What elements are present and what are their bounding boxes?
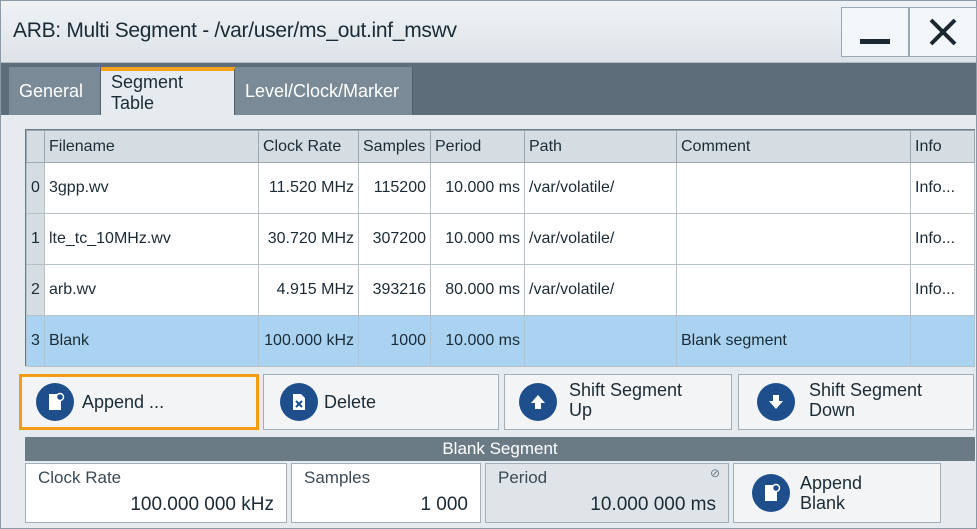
cell-info-button[interactable]: Info... xyxy=(910,264,975,316)
period-label: Period xyxy=(498,468,548,487)
cell-comment[interactable]: Blank segment xyxy=(676,315,911,367)
append-button[interactable]: Append ... xyxy=(19,374,259,430)
header-comment[interactable]: Comment xyxy=(676,130,911,163)
minimize-icon xyxy=(860,38,890,44)
append-blank-label-line1: Append xyxy=(800,473,863,493)
cell-comment[interactable] xyxy=(676,162,911,214)
close-button[interactable] xyxy=(909,7,977,57)
shift-down-label: Shift Segment Down xyxy=(809,380,922,420)
cell-path[interactable]: /var/volatile/ xyxy=(524,264,677,316)
samples-value: 1 000 xyxy=(420,494,468,515)
append-file-icon xyxy=(752,474,790,512)
period-field: Period ⊘ 10.000 000 ms xyxy=(485,463,729,523)
delete-file-icon xyxy=(280,383,318,421)
cell-clock-rate[interactable]: 11.520 MHz xyxy=(258,162,359,214)
shift-down-label-line1: Shift Segment xyxy=(809,380,923,400)
append-file-icon xyxy=(36,383,74,421)
tab-label: Segment Table xyxy=(111,72,184,113)
delete-button[interactable]: Delete xyxy=(263,374,499,430)
clock-rate-value: 100.000 000 kHz xyxy=(130,494,274,515)
cell-period[interactable]: 10.000 ms xyxy=(430,315,525,367)
cell-period[interactable]: 80.000 ms xyxy=(430,264,525,316)
tab-segment-table[interactable]: Segment Table xyxy=(101,67,235,115)
cell-info-button[interactable]: Info... xyxy=(910,213,975,265)
header-index xyxy=(26,130,45,163)
arb-multi-segment-dialog: ARB: Multi Segment - /var/user/ms_out.in… xyxy=(0,0,977,529)
append-blank-label-line2: Blank xyxy=(800,493,846,513)
header-period[interactable]: Period xyxy=(430,130,525,163)
blank-segment-section-header: Blank Segment xyxy=(25,437,975,461)
append-blank-label: Append Blank xyxy=(800,473,862,513)
shift-up-label-line1: Shift Segment xyxy=(569,380,683,400)
table-row[interactable]: 2 arb.wv 4.915 MHz 393216 80.000 ms /var… xyxy=(26,264,975,316)
cell-info-button[interactable] xyxy=(910,315,975,367)
cell-samples[interactable]: 393216 xyxy=(358,264,431,316)
cell-samples[interactable]: 307200 xyxy=(358,213,431,265)
cell-filename[interactable]: Blank xyxy=(44,315,259,367)
table-row[interactable]: 1 lte_tc_10MHz.wv 30.720 MHz 307200 10.0… xyxy=(26,213,975,265)
cell-clock-rate[interactable]: 30.720 MHz xyxy=(258,213,359,265)
delete-button-label: Delete xyxy=(324,392,377,412)
cell-samples[interactable]: 115200 xyxy=(358,162,431,214)
cell-filename[interactable]: lte_tc_10MHz.wv xyxy=(44,213,259,265)
title-bar: ARB: Multi Segment - /var/user/ms_out.in… xyxy=(1,1,977,63)
cell-info-button[interactable]: Info... xyxy=(910,162,975,214)
shift-down-label-line2: Down xyxy=(809,400,856,420)
row-index: 3 xyxy=(26,315,45,367)
cell-period[interactable]: 10.000 ms xyxy=(430,213,525,265)
samples-field[interactable]: Samples 1 000 xyxy=(291,463,481,523)
tab-strip: General Segment Table Level/Clock/Marker xyxy=(1,63,976,115)
table-row[interactable]: 0 3gpp.wv 11.520 MHz 115200 10.000 ms /v… xyxy=(26,162,975,214)
table-header-row: Filename Clock Rate Samples Period Path … xyxy=(26,130,975,163)
tab-general[interactable]: General xyxy=(9,67,101,115)
tab-level-clock-marker[interactable]: Level/Clock/Marker xyxy=(235,67,413,115)
window-title: ARB: Multi Segment - /var/user/ms_out.in… xyxy=(13,19,457,42)
cell-period[interactable]: 10.000 ms xyxy=(430,162,525,214)
cell-clock-rate[interactable]: 100.000 kHz xyxy=(258,315,359,367)
row-index: 1 xyxy=(26,213,45,265)
shift-segment-up-button[interactable]: Shift Segment Up xyxy=(504,374,732,430)
row-index: 0 xyxy=(26,162,45,214)
cell-filename[interactable]: arb.wv xyxy=(44,264,259,316)
cell-clock-rate[interactable]: 4.915 MHz xyxy=(258,264,359,316)
cell-filename[interactable]: 3gpp.wv xyxy=(44,162,259,214)
table-row-selected[interactable]: 3 Blank 100.000 kHz 1000 10.000 ms Blank… xyxy=(26,315,975,367)
arrow-down-icon xyxy=(757,383,795,421)
header-clock-rate[interactable]: Clock Rate xyxy=(258,130,359,163)
append-blank-button[interactable]: Append Blank xyxy=(733,463,941,523)
close-icon xyxy=(929,18,957,46)
clock-rate-field[interactable]: Clock Rate 100.000 000 kHz xyxy=(25,463,287,523)
header-info[interactable]: Info xyxy=(910,130,975,163)
minimize-button[interactable] xyxy=(841,7,909,57)
cell-path[interactable] xyxy=(524,315,677,367)
cell-comment[interactable] xyxy=(676,213,911,265)
cell-samples[interactable]: 1000 xyxy=(358,315,431,367)
shift-up-label-line2: Up xyxy=(569,400,593,420)
header-path[interactable]: Path xyxy=(524,130,677,163)
row-index: 2 xyxy=(26,264,45,316)
clock-rate-label: Clock Rate xyxy=(38,468,122,487)
shift-up-label: Shift Segment Up xyxy=(569,380,682,420)
read-only-icon: ⊘ xyxy=(709,466,720,480)
segment-table: Filename Clock Rate Samples Period Path … xyxy=(25,129,975,367)
append-button-label: Append ... xyxy=(82,392,165,412)
cell-comment[interactable] xyxy=(676,264,911,316)
header-samples[interactable]: Samples xyxy=(358,130,431,163)
cell-path[interactable]: /var/volatile/ xyxy=(524,162,677,214)
cell-path[interactable]: /var/volatile/ xyxy=(524,213,677,265)
samples-label: Samples xyxy=(304,468,371,487)
arrow-up-icon xyxy=(519,383,557,421)
shift-segment-down-button[interactable]: Shift Segment Down xyxy=(738,374,974,430)
tab-label: General xyxy=(19,80,84,101)
tab-label: Level/Clock/Marker xyxy=(245,80,400,101)
header-filename[interactable]: Filename xyxy=(44,130,259,163)
period-value: 10.000 000 ms xyxy=(590,494,716,515)
